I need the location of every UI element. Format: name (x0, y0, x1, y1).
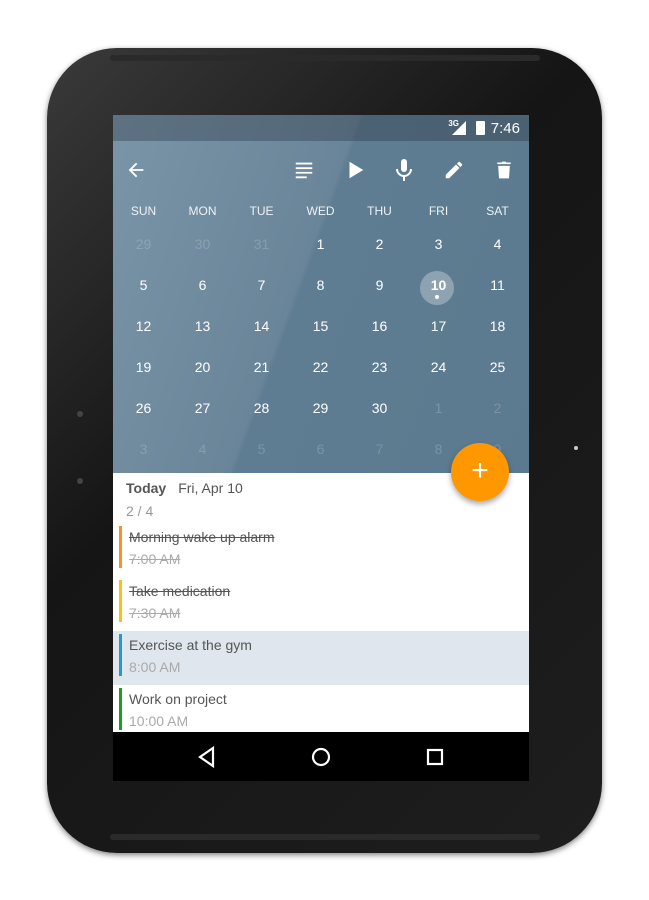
weekday-label: SUN (130, 204, 157, 218)
calendar-day[interactable]: 26 (114, 398, 173, 418)
back-arrow-icon[interactable] (121, 155, 151, 185)
agenda-item[interactable]: Take medication 7:30 AM (113, 577, 529, 631)
calendar-day[interactable]: 14 (232, 316, 291, 336)
play-icon[interactable] (340, 155, 370, 185)
calendar-day[interactable]: 7 (232, 275, 291, 295)
status-bar: 3G 7:46 (113, 115, 529, 141)
calendar-day[interactable]: 11 (468, 275, 527, 295)
signal-icon (452, 121, 466, 135)
calendar-day[interactable]: 18 (468, 316, 527, 336)
item-title: Morning wake up alarm (129, 529, 275, 545)
progress-count: 2 / 4 (126, 503, 154, 519)
item-time: 10:00 AM (129, 713, 189, 729)
calendar-day[interactable]: 22 (291, 357, 350, 377)
calendar-panel: 3G 7:46 SUN MON TUE WED THU FRI SAT 29 30 31 1 2 3 4… (113, 115, 529, 473)
home-nav-icon[interactable] (308, 744, 334, 770)
calendar-day-outside-month[interactable]: 30 (173, 234, 232, 254)
calendar-day[interactable]: 16 (350, 316, 409, 336)
screen: 3G 7:46 SUN MON TUE WED THU FRI SAT 29 30 31 1 2 3 4… (113, 115, 529, 781)
calendar-day[interactable]: 28 (232, 398, 291, 418)
camera (574, 446, 578, 450)
calendar-day[interactable]: 8 (291, 275, 350, 295)
speaker-grille-top (110, 55, 540, 61)
calendar-day[interactable]: 5 (114, 275, 173, 295)
event-dot (435, 295, 439, 299)
calendar-day[interactable]: 21 (232, 357, 291, 377)
back-nav-icon[interactable] (194, 744, 220, 770)
item-time: 7:00 AM (129, 551, 181, 567)
color-bar (119, 688, 122, 730)
navigation-bar (113, 732, 529, 781)
battery-icon (476, 121, 485, 135)
agenda-item[interactable]: Work on project 10:00 AM (113, 685, 529, 739)
add-event-button[interactable]: + (451, 443, 509, 501)
calendar-day[interactable]: 6 (173, 275, 232, 295)
calendar-day[interactable]: 10 (409, 275, 468, 295)
today-label: Today (126, 480, 167, 496)
calendar-day[interactable]: 27 (173, 398, 232, 418)
weekday-label: THU (367, 204, 392, 218)
sensor (77, 478, 83, 484)
calendar-day[interactable]: 23 (350, 357, 409, 377)
weekday-label: MON (188, 204, 217, 218)
color-bar (119, 580, 122, 622)
item-title: Work on project (129, 691, 227, 707)
calendar-day-outside-month[interactable]: 1 (409, 398, 468, 418)
calendar-day[interactable]: 17 (409, 316, 468, 336)
microphone-icon[interactable] (389, 155, 419, 185)
clock: 7:46 (490, 120, 520, 137)
item-time: 8:00 AM (129, 659, 181, 675)
calendar-day-outside-month[interactable]: 7 (350, 439, 409, 459)
calendar-day-outside-month[interactable]: 29 (114, 234, 173, 254)
calendar-day[interactable]: 19 (114, 357, 173, 377)
agenda-date: Fri, Apr 10 (178, 480, 243, 496)
weekday-label: SAT (486, 204, 509, 218)
calendar-day[interactable]: 15 (291, 316, 350, 336)
calendar-day-outside-month[interactable]: 2 (468, 398, 527, 418)
calendar-day[interactable]: 13 (173, 316, 232, 336)
color-bar (119, 526, 122, 568)
calendar-day-outside-month[interactable]: 31 (232, 234, 291, 254)
calendar-day[interactable]: 30 (350, 398, 409, 418)
sensor (77, 411, 83, 417)
calendar-day-outside-month[interactable]: 4 (173, 439, 232, 459)
calendar-day[interactable]: 9 (350, 275, 409, 295)
speaker-grille-bottom (110, 834, 540, 840)
agenda-item[interactable]: Morning wake up alarm 7:00 AM (113, 523, 529, 577)
item-time: 7:30 AM (129, 605, 181, 621)
agenda-item[interactable]: Exercise at the gym 8:00 AM (113, 631, 529, 685)
calendar-day[interactable]: 2 (350, 234, 409, 254)
weekday-label: WED (306, 204, 335, 218)
calendar-day[interactable]: 3 (409, 234, 468, 254)
item-title: Exercise at the gym (129, 637, 252, 653)
calendar-day[interactable]: 12 (114, 316, 173, 336)
calendar-day[interactable]: 20 (173, 357, 232, 377)
trash-icon[interactable] (489, 155, 519, 185)
calendar-day[interactable]: 1 (291, 234, 350, 254)
weekday-label: TUE (249, 204, 274, 218)
weekday-label: FRI (428, 204, 449, 218)
pencil-icon[interactable] (439, 155, 469, 185)
calendar-day[interactable]: 24 (409, 357, 468, 377)
calendar-day-outside-month[interactable]: 5 (232, 439, 291, 459)
calendar-day[interactable]: 4 (468, 234, 527, 254)
agenda-header: Today Fri, Apr 10 (126, 480, 243, 496)
calendar-day-outside-month[interactable]: 6 (291, 439, 350, 459)
calendar-day[interactable]: 29 (291, 398, 350, 418)
item-title: Take medication (129, 583, 231, 599)
list-icon[interactable] (289, 155, 319, 185)
color-bar (119, 634, 122, 676)
recents-nav-icon[interactable] (422, 744, 448, 770)
calendar-day-outside-month[interactable]: 3 (114, 439, 173, 459)
calendar-day[interactable]: 25 (468, 357, 527, 377)
